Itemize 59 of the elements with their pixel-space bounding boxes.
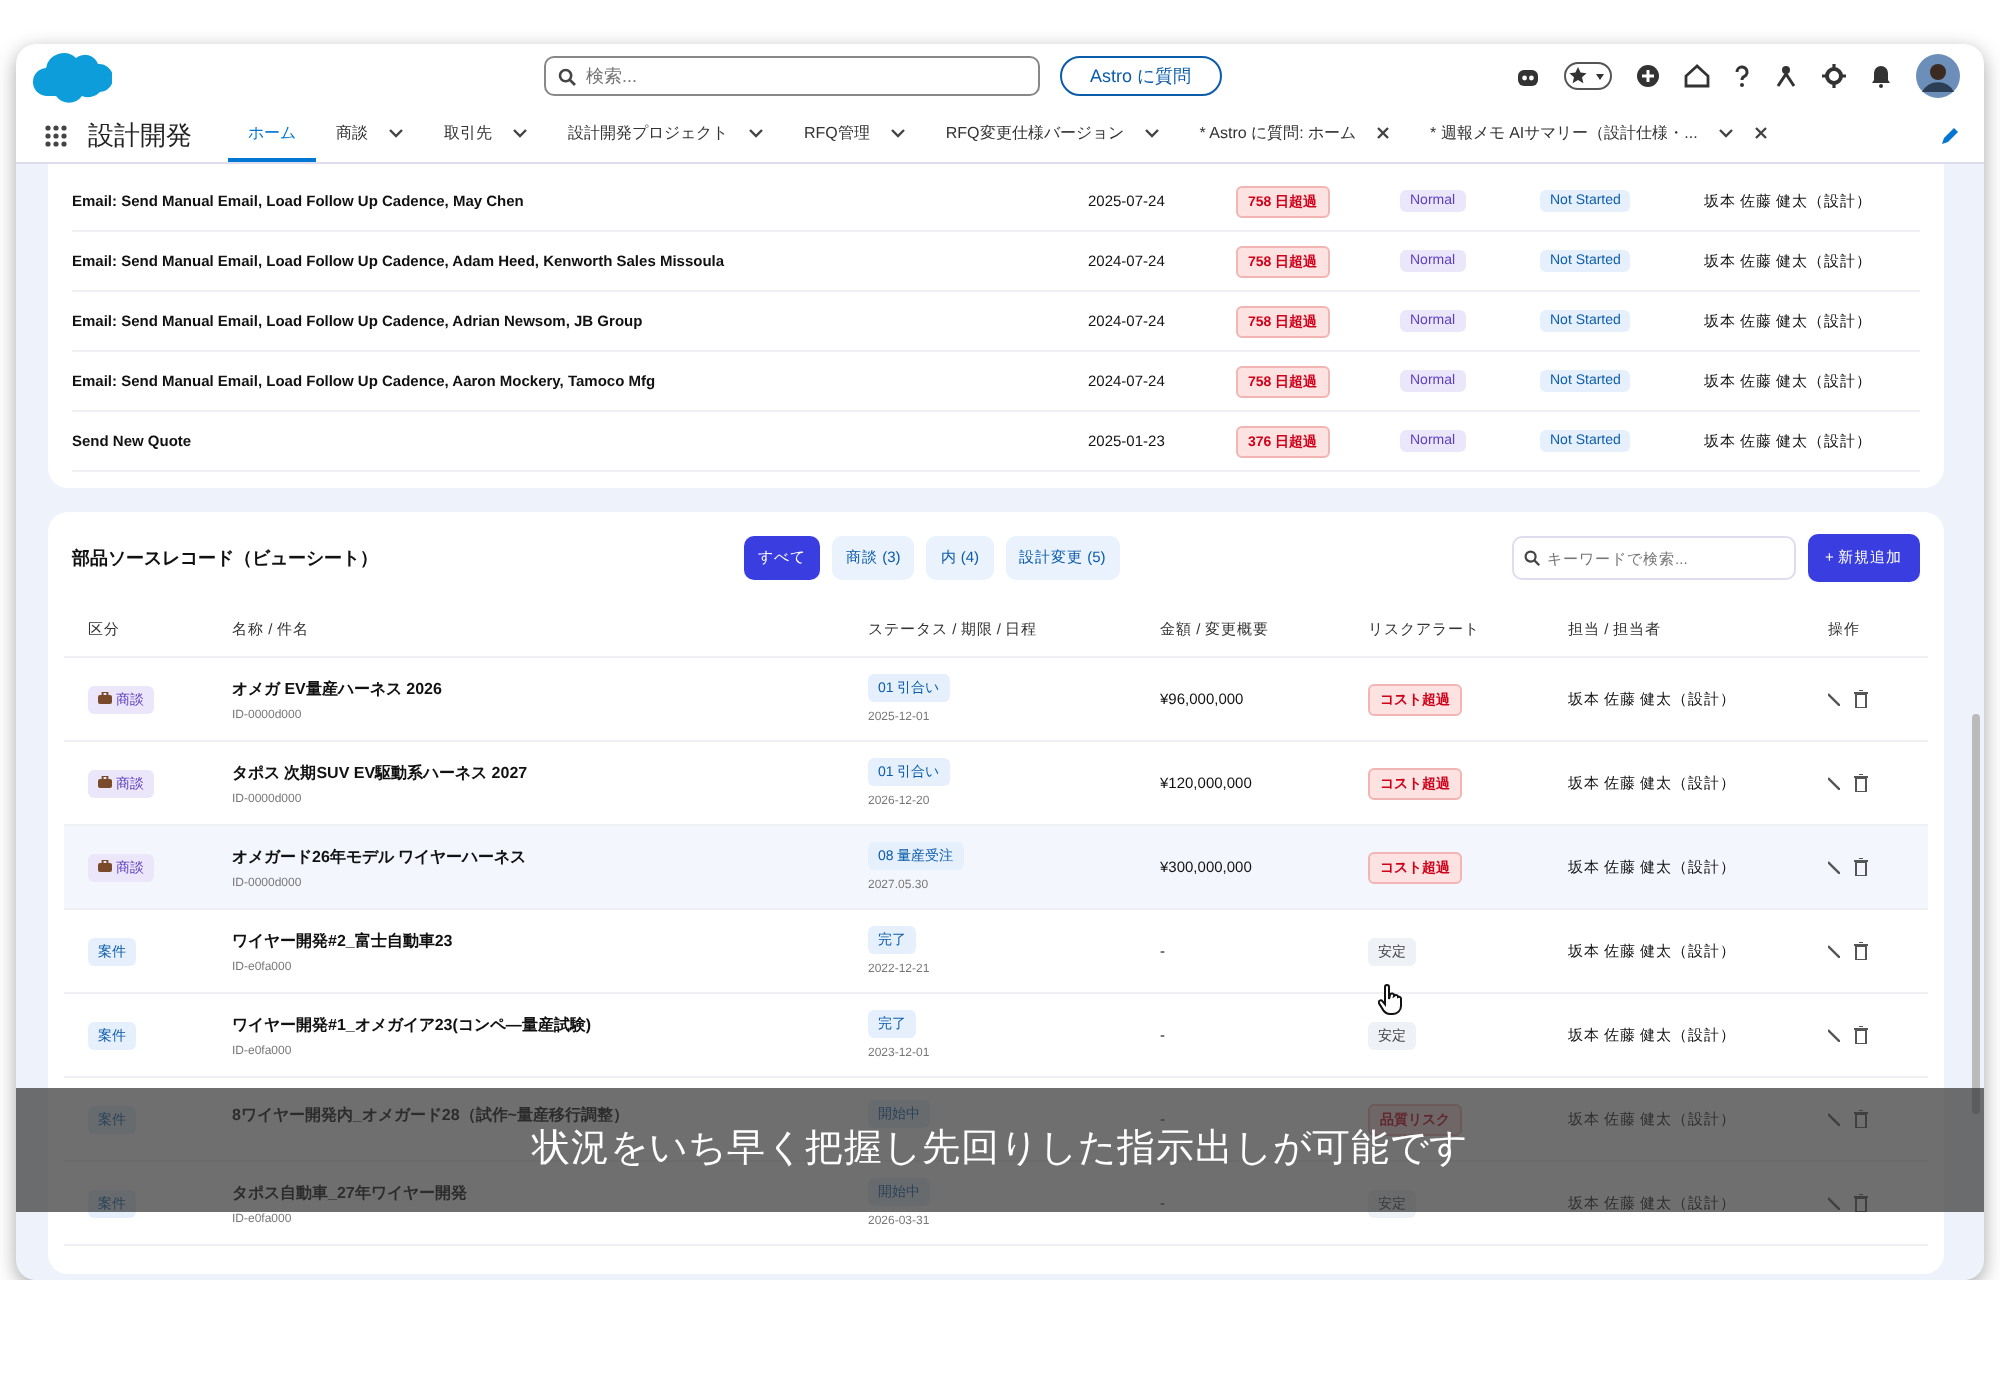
hand-cursor-icon xyxy=(1378,984,1402,1016)
nav-tab[interactable]: RFQ変更仕様バージョン xyxy=(925,108,1180,162)
delete-icon[interactable] xyxy=(1854,858,1868,876)
tab-label: ホーム xyxy=(248,122,296,144)
nav-tab[interactable]: RFQ管理 xyxy=(784,108,926,162)
edit-icon[interactable] xyxy=(1828,1028,1840,1042)
record-name[interactable]: オメガード26年モデル ワイヤーハーネス xyxy=(232,845,868,867)
section-title: 部品ソースレコード（ビューシート） xyxy=(72,545,380,571)
settings-icon[interactable] xyxy=(1822,64,1846,88)
search-icon xyxy=(558,68,576,86)
nav-tab[interactable]: * 週報メモ AIサマリー（設計仕様・... xyxy=(1410,108,1788,162)
tab-label: 商談 xyxy=(336,122,368,144)
subtitle-text: 状況をいち早く把握し先回りした指示出しが可能です xyxy=(532,1128,1468,1172)
record-name[interactable]: タポス 次期SUV EV駆動系ハーネス 2027 xyxy=(232,761,868,783)
close-icon[interactable] xyxy=(1376,126,1391,140)
edit-icon[interactable] xyxy=(1828,692,1840,706)
briefcase-icon xyxy=(98,775,112,787)
record-name[interactable]: ワイヤー開発#1_オメガイア23(コンペ―量産試験) xyxy=(232,1013,868,1035)
edit-icon[interactable] xyxy=(1828,860,1840,874)
app-name: 設計開発 xyxy=(88,117,192,153)
add-icon[interactable] xyxy=(1636,64,1660,88)
tab-label: * 週報メモ AIサマリー（設計仕様・... xyxy=(1430,122,1698,144)
delete-icon[interactable] xyxy=(1854,942,1868,960)
nav-tab[interactable]: 商談 xyxy=(316,108,424,162)
help-icon[interactable] xyxy=(1734,64,1750,88)
chevron-down-icon[interactable] xyxy=(748,128,764,138)
edit-icon[interactable] xyxy=(1828,776,1840,790)
avatar[interactable] xyxy=(1916,54,1960,98)
record-name[interactable]: ワイヤー開発#2_富士自動車23 xyxy=(232,929,868,951)
tab-label: RFQ変更仕様バージョン xyxy=(945,122,1124,144)
chevron-down-icon[interactable] xyxy=(889,128,906,138)
cloud-logo[interactable] xyxy=(32,48,112,104)
delete-icon[interactable] xyxy=(1854,1026,1868,1044)
briefcase-icon xyxy=(98,859,112,871)
close-icon[interactable] xyxy=(1753,126,1768,140)
chevron-down-icon[interactable] xyxy=(1717,128,1734,138)
edit-icon[interactable] xyxy=(1828,944,1840,958)
chevron-down-icon[interactable] xyxy=(512,128,528,138)
delete-icon[interactable] xyxy=(1854,690,1868,708)
briefcase-icon xyxy=(98,691,112,703)
pencil-icon[interactable] xyxy=(1940,125,1960,145)
chevron-down-icon[interactable] xyxy=(388,128,404,138)
ask-astro-button[interactable]: Astro に質問 xyxy=(1060,56,1222,96)
nav-tab[interactable]: * Astro に質問: ホーム xyxy=(1179,108,1411,162)
app-launcher-icon[interactable] xyxy=(44,123,68,147)
tab-label: 設計開発プロジェクト xyxy=(568,122,728,144)
bell-icon[interactable] xyxy=(1870,64,1892,88)
robot-icon[interactable] xyxy=(1516,64,1540,88)
delete-icon[interactable] xyxy=(1854,774,1868,792)
search-field[interactable]: 検索... xyxy=(544,56,1040,96)
setup-icon[interactable] xyxy=(1774,64,1798,88)
tab-label: RFQ管理 xyxy=(804,122,870,144)
record-name[interactable]: オメガ EV量産ハーネス 2026 xyxy=(232,677,868,699)
tab-label: * Astro に質問: ホーム xyxy=(1199,122,1357,144)
tab-label: 取引先 xyxy=(444,122,492,144)
nav-tab[interactable]: 取引先 xyxy=(424,108,548,162)
nav-tab[interactable]: 設計開発プロジェクト xyxy=(548,108,784,162)
search-icon xyxy=(1523,550,1540,566)
chevron-down-icon[interactable] xyxy=(1143,128,1160,138)
